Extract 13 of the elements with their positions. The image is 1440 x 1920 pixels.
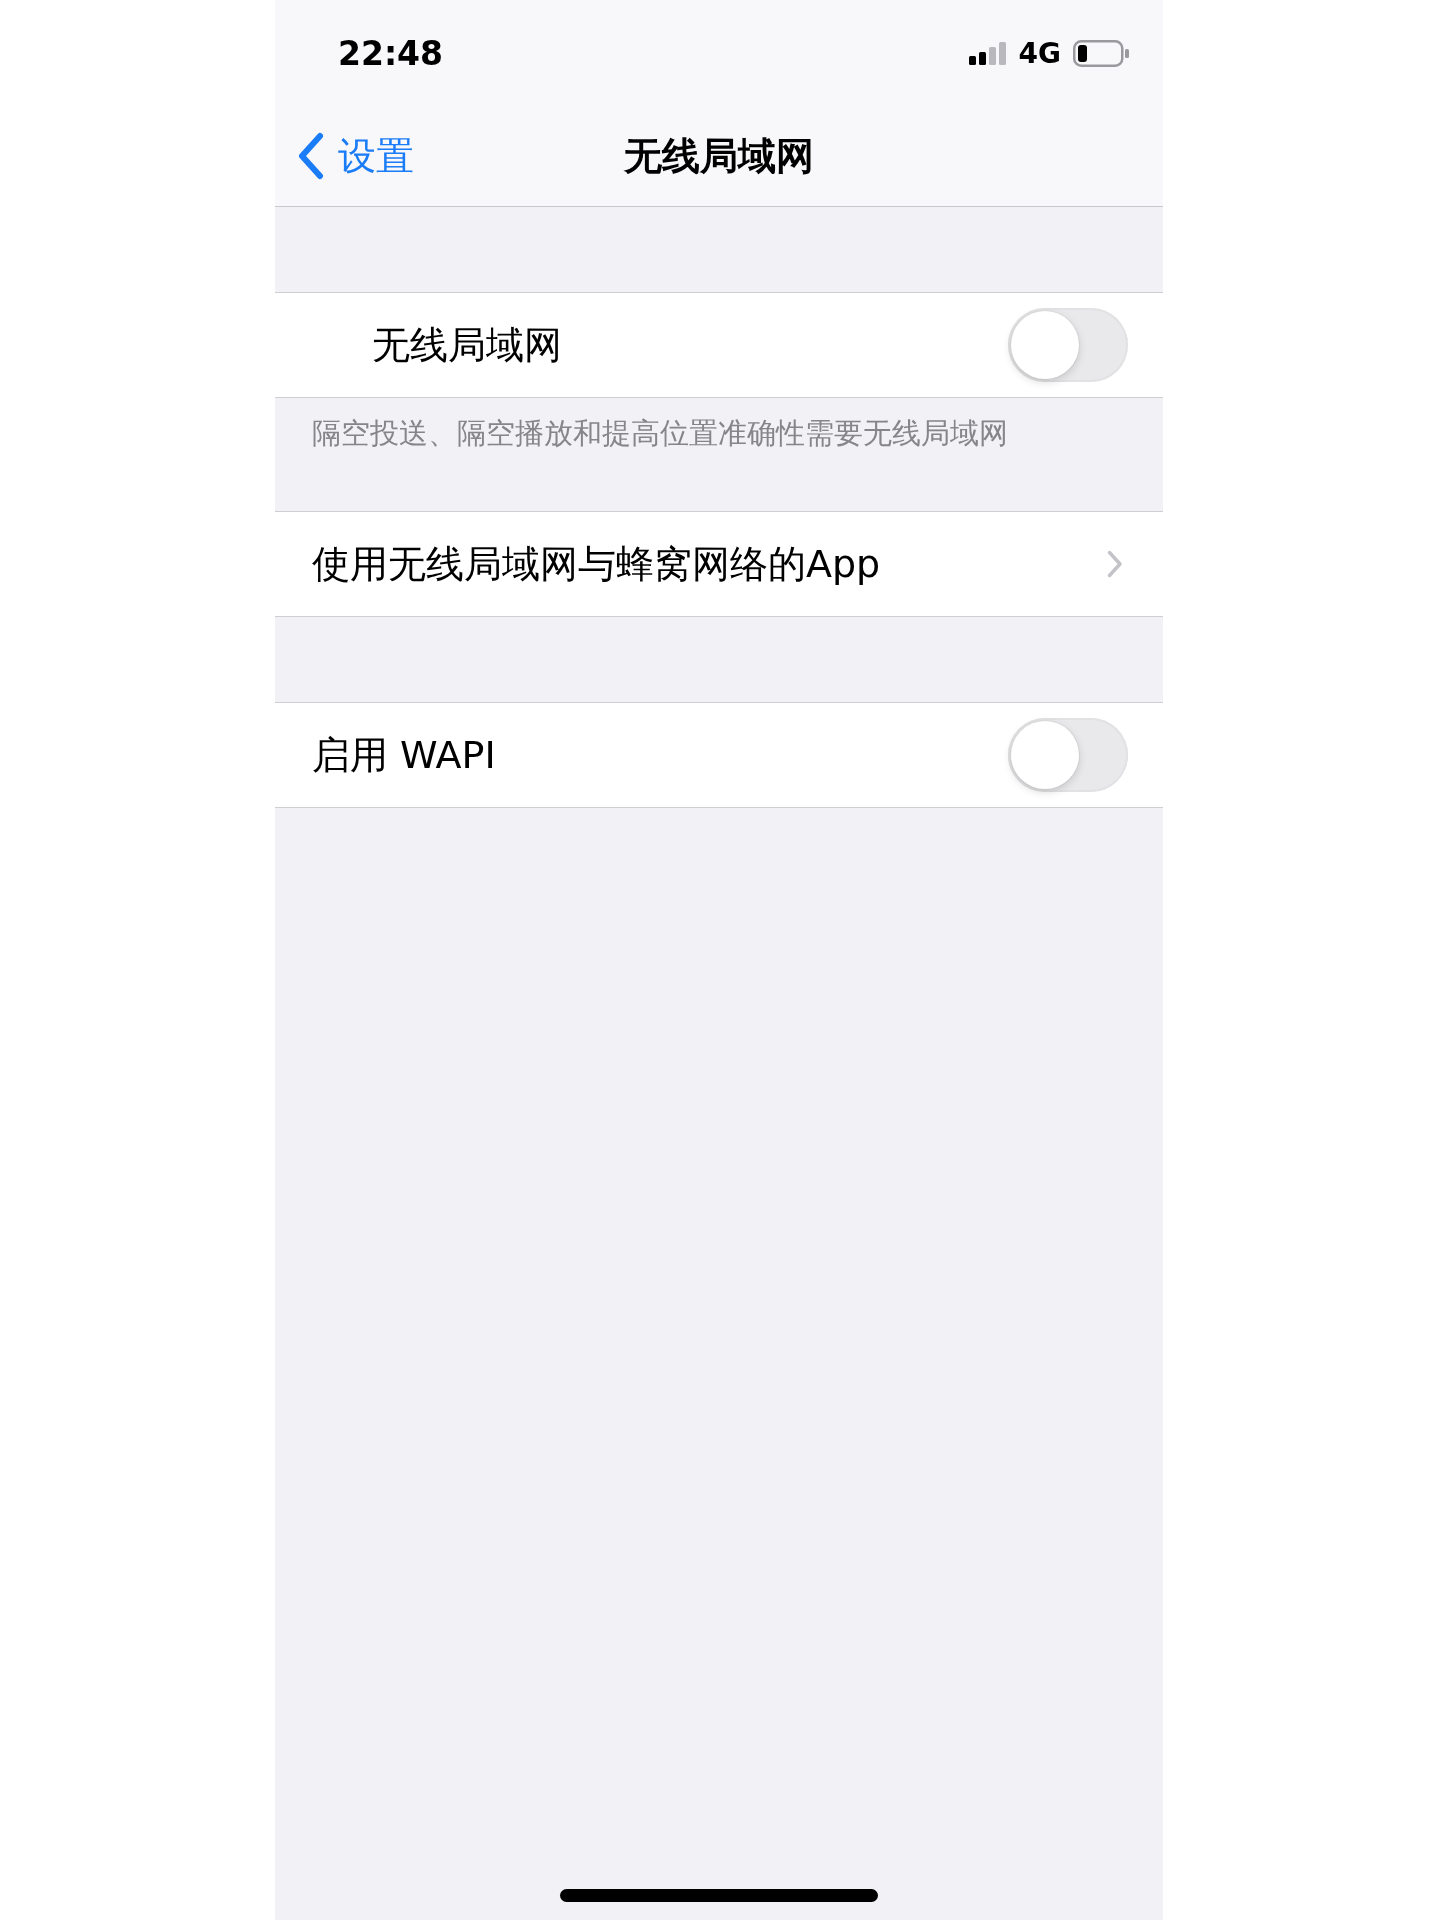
signal-icon xyxy=(968,41,1007,65)
section-footer-text: 隔空投送、隔空播放和提高位置准确性需要无线局域网 xyxy=(312,416,1008,450)
row-label: 无线局域网 xyxy=(372,321,562,369)
chevron-right-icon xyxy=(1107,550,1123,578)
toggle-switch[interactable] xyxy=(1008,308,1128,382)
nav-title: 无线局域网 xyxy=(624,132,814,180)
back-button[interactable]: 设置 xyxy=(297,130,414,182)
battery-icon xyxy=(1073,39,1129,67)
network-type-label: 4G xyxy=(1018,36,1061,70)
status-time: 22:48 xyxy=(338,33,444,73)
toggle-switch[interactable] xyxy=(1008,718,1128,792)
row-label: 启用 WAPI xyxy=(312,731,496,779)
back-chevron-icon xyxy=(297,132,325,180)
